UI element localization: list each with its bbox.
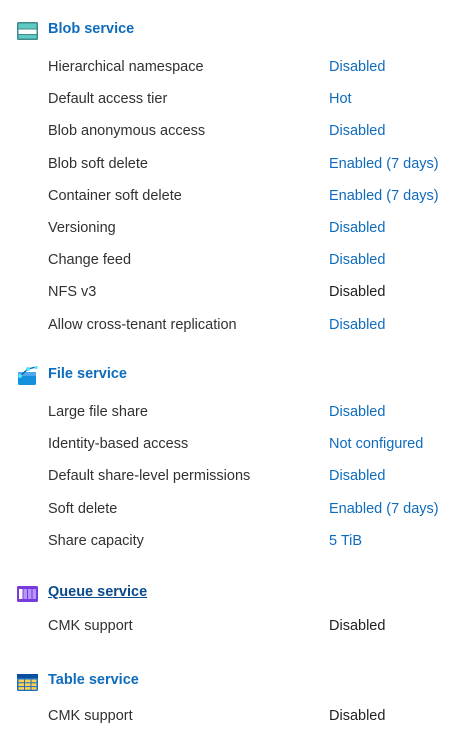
- table-service-properties: CMK support Disabled: [0, 706, 464, 738]
- blob-value-default-access-tier-link[interactable]: Hot: [329, 89, 352, 109]
- blob-value-allow-cross-tenant-replication-link[interactable]: Disabled: [329, 315, 385, 335]
- blob-row-change-feed: Change feed Disabled: [0, 250, 464, 282]
- blob-row-blob-soft-delete: Blob soft delete Enabled (7 days): [0, 154, 464, 186]
- blob-value-blob-anonymous-access-link[interactable]: Disabled: [329, 121, 385, 141]
- queue-service-header: Queue service: [0, 582, 464, 606]
- blob-service-header: Blob service: [0, 19, 464, 43]
- table-service-title[interactable]: Table service: [48, 672, 139, 688]
- queue-label-cmk-support: CMK support: [48, 618, 133, 634]
- blob-row-blob-anonymous-access: Blob anonymous access Disabled: [0, 121, 464, 153]
- file-value-identity-based-access-link[interactable]: Not configured: [329, 434, 423, 454]
- file-row-identity-based-access: Identity-based access Not configured: [0, 434, 464, 466]
- blob-label-nfs-v3: NFS v3: [48, 284, 97, 301]
- table-service-section: Table service CMK support Disabled: [0, 670, 464, 738]
- file-value-soft-delete-link[interactable]: Enabled (7 days): [329, 499, 439, 519]
- blob-label-versioning: Versioning: [48, 219, 116, 236]
- file-row-share-capacity: Share capacity 5 TiB: [0, 531, 464, 563]
- blob-service-section: Blob service Hierarchical namespace Disab…: [0, 19, 464, 347]
- blob-row-versioning: Versioning Disabled: [0, 218, 464, 250]
- file-service-header: File service: [0, 364, 464, 388]
- file-label-default-share-level-permissions: Default share-level permissions: [48, 468, 251, 485]
- blob-label-hierarchical-namespace: Hierarchical namespace: [48, 59, 204, 75]
- file-value-share-capacity-link[interactable]: 5 TiB: [329, 531, 362, 551]
- blob-row-container-soft-delete: Container soft delete Enabled (7 days): [0, 186, 464, 218]
- queue-row-cmk-support: CMK support Disabled: [0, 616, 464, 648]
- table-icon: [17, 672, 38, 692]
- blob-label-default-access-tier: Default access tier: [48, 91, 168, 108]
- queue-service-section: Queue service CMK support Disabled: [0, 582, 464, 648]
- blob-value-change-feed-link[interactable]: Disabled: [329, 250, 385, 270]
- blob-value-hierarchical-namespace-link[interactable]: Disabled: [329, 57, 385, 77]
- queue-value-cmk-support: Disabled: [329, 618, 386, 634]
- blob-row-nfs-v3: NFS v3 Disabled: [0, 282, 464, 314]
- blob-service-title[interactable]: Blob service: [48, 21, 134, 37]
- blob-label-change-feed: Change feed: [48, 252, 132, 269]
- file-value-large-file-share-link[interactable]: Disabled: [329, 402, 385, 422]
- blob-value-nfs-v3: Disabled: [329, 284, 386, 301]
- blob-label-blob-anonymous-access: Blob anonymous access: [48, 123, 206, 140]
- blob-label-allow-cross-tenant-replication: Allow cross-tenant replication: [48, 316, 237, 333]
- file-service-properties: Large file share Disabled Identity-based a…: [0, 402, 464, 563]
- file-label-large-file-share: Large file share: [48, 404, 148, 420]
- blob-row-hierarchical-namespace: Hierarchical namespace Disabled: [0, 57, 464, 89]
- file-service-title[interactable]: File service: [48, 366, 127, 382]
- blob-label-blob-soft-delete: Blob soft delete: [48, 155, 148, 172]
- blob-label-container-soft-delete: Container soft delete: [48, 187, 182, 204]
- file-row-large-file-share: Large file share Disabled: [0, 402, 464, 434]
- queue-service-properties: CMK support Disabled: [0, 616, 464, 648]
- blob-value-container-soft-delete-link[interactable]: Enabled (7 days): [329, 186, 439, 206]
- file-row-default-share-level-permissions: Default share-level permissions Disabled: [0, 466, 464, 498]
- table-value-cmk-support: Disabled: [329, 708, 386, 724]
- file-row-soft-delete: Soft delete Enabled (7 days): [0, 499, 464, 531]
- queue-service-title[interactable]: Queue service: [48, 584, 147, 600]
- file-value-default-share-level-permissions-link[interactable]: Disabled: [329, 466, 385, 486]
- file-service-section: File service Large file share Disabled Ide…: [0, 364, 464, 563]
- blob-value-blob-soft-delete-link[interactable]: Enabled (7 days): [329, 154, 439, 174]
- table-service-header: Table service: [0, 670, 464, 694]
- blob-row-default-access-tier: Default access tier Hot: [0, 89, 464, 121]
- file-label-identity-based-access: Identity-based access: [48, 436, 189, 453]
- blob-storage-icon: [17, 21, 38, 41]
- blob-row-allow-cross-tenant-replication: Allow cross-tenant replication Disabled: [0, 315, 464, 347]
- blob-value-versioning-link[interactable]: Disabled: [329, 218, 385, 238]
- file-share-icon: [17, 366, 38, 386]
- queue-icon: [17, 584, 38, 604]
- table-label-cmk-support: CMK support: [48, 708, 133, 724]
- file-label-share-capacity: Share capacity: [48, 532, 144, 549]
- file-label-soft-delete: Soft delete: [48, 500, 118, 517]
- table-row-cmk-support: CMK support Disabled: [0, 706, 464, 738]
- blob-service-properties: Hierarchical namespace Disabled Default ac…: [0, 57, 464, 347]
